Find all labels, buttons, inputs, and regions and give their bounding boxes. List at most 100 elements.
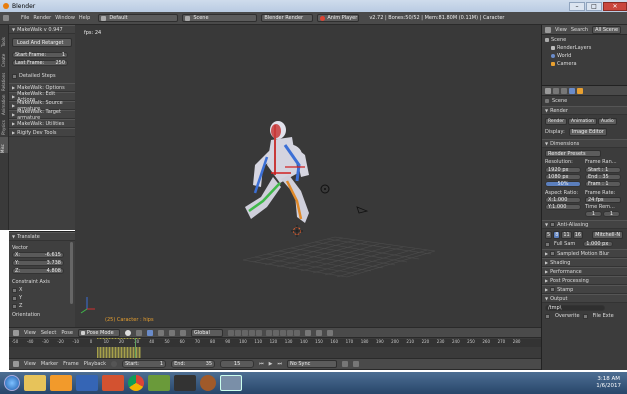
aspect-y-field[interactable]: Y:1.000 xyxy=(545,204,581,210)
explorer-taskbar-icon[interactable] xyxy=(24,375,46,391)
minimize-button[interactable]: – xyxy=(569,1,585,11)
camera-render-tab-icon[interactable] xyxy=(545,87,551,94)
render-engine-selector[interactable]: Blender Render xyxy=(261,14,314,22)
stamp-panel-header[interactable]: ▶ Stamp xyxy=(542,285,627,294)
close-window-button[interactable]: ✕ xyxy=(603,1,627,11)
translate-panel-header[interactable]: ▼ Translate xyxy=(9,232,75,241)
aa-8-button[interactable]: 8 xyxy=(553,231,561,239)
menu-render[interactable]: Render xyxy=(33,15,51,21)
render-presets-selector[interactable]: Render Presets xyxy=(545,150,601,157)
film-taskbar-icon[interactable] xyxy=(174,375,196,391)
pin-icon[interactable] xyxy=(545,99,549,103)
frame-step-field[interactable]: Fram : 1 xyxy=(585,181,621,187)
aspect-x-field[interactable]: X:1.000 xyxy=(545,197,581,203)
tab-tools[interactable]: Tools xyxy=(1,29,6,47)
rotate-icon[interactable] xyxy=(168,329,175,336)
overwrite-checkbox[interactable] xyxy=(545,313,550,319)
mode-selector[interactable]: Pose Mode xyxy=(77,328,120,337)
start-frame-input[interactable]: Start: 1 xyxy=(122,360,167,368)
tab-misc[interactable]: Misc xyxy=(0,137,8,153)
maximize-button[interactable]: □ xyxy=(586,1,602,11)
start-button[interactable] xyxy=(4,375,20,391)
3d-viewport[interactable]: fps: 24 (25) Caracter: hips xyxy=(75,25,541,327)
chrome-taskbar-icon[interactable] xyxy=(128,375,144,391)
render-audio-button[interactable]: Audio xyxy=(597,118,617,125)
menu-file[interactable]: File xyxy=(21,15,29,21)
viewport-menu-select[interactable]: Select xyxy=(41,330,56,336)
outliner-editor-icon[interactable] xyxy=(545,26,551,33)
current-frame-input[interactable]: 15 xyxy=(220,360,255,368)
timeline-ruler[interactable]: -50 -40 -30 -20 -10 0 10 20 30 40 50 60 70 80 90 100 110… xyxy=(9,338,541,358)
vector-x-field[interactable]: X: -6.615 xyxy=(12,252,64,258)
scale-icon[interactable] xyxy=(179,329,186,336)
outliner-menu-search[interactable]: Search xyxy=(571,27,588,33)
vector-y-field[interactable]: Y: 3.738 xyxy=(12,260,64,266)
end-frame-input[interactable]: End: 35 xyxy=(171,360,216,368)
timeline-menu-playback[interactable]: Playback xyxy=(84,361,106,367)
timeline-menu-frame[interactable]: Frame xyxy=(63,361,79,367)
makewalk-panel-header[interactable]: ▼ MakeWalk v 0.947 xyxy=(9,25,75,34)
powerpoint-taskbar-icon[interactable] xyxy=(102,375,124,391)
manipulator-icon[interactable] xyxy=(146,329,153,336)
remap-new-field[interactable]: 1 xyxy=(603,211,620,217)
layout-selector[interactable]: Default xyxy=(98,14,179,22)
fps-selector[interactable]: 24 fps xyxy=(585,197,621,203)
start-frame-field[interactable]: Start Frame: 1 xyxy=(12,52,68,58)
app-taskbar-icon[interactable] xyxy=(148,375,170,391)
output-panel-header[interactable]: ▼ Output xyxy=(542,294,627,303)
sync-selector[interactable]: No Sync xyxy=(286,360,337,368)
jump-end-icon[interactable]: ⏭ xyxy=(277,361,282,367)
timeline-menu-view[interactable]: View xyxy=(24,361,36,367)
panel-target-armature[interactable]: ▶ MakeWalk: Target armature xyxy=(9,109,75,121)
outliner-menu-view[interactable]: View xyxy=(555,27,567,33)
info-editor-icon[interactable] xyxy=(3,15,9,21)
render-layers-tab-icon[interactable] xyxy=(553,87,559,94)
shading-panel-header[interactable]: ▶ Shading xyxy=(542,258,627,267)
file-extensions-checkbox[interactable] xyxy=(582,313,588,319)
outliner-scope[interactable]: All Scene xyxy=(592,25,622,34)
detailed-steps-checkbox[interactable]: Detailed Steps xyxy=(12,73,72,79)
res-percent-field[interactable]: 50% xyxy=(545,181,581,187)
pivot-icon[interactable] xyxy=(135,329,142,336)
jump-start-icon[interactable]: ⏮ xyxy=(259,361,264,367)
menu-window[interactable]: Window xyxy=(55,15,75,21)
tab-relations[interactable]: Relations xyxy=(1,69,6,91)
lock-icon[interactable] xyxy=(304,329,311,336)
viewport-menu-pose[interactable]: Pose xyxy=(61,330,73,336)
timeline-editor-icon[interactable] xyxy=(13,361,19,367)
scene-tab-icon[interactable] xyxy=(561,87,567,94)
layer-buttons[interactable] xyxy=(227,329,300,336)
performance-panel-header[interactable]: ▶ Performance xyxy=(542,267,627,276)
keying-icon[interactable] xyxy=(341,361,348,367)
character-app-taskbar-icon[interactable] xyxy=(200,375,216,391)
dimensions-panel-header[interactable]: ▼ Dimensions xyxy=(542,139,627,148)
camera-view-icon[interactable] xyxy=(326,329,333,336)
panel-rigify-dev[interactable]: ▶ Rigify Dev Tools xyxy=(9,128,75,137)
anti-aliasing-panel-header[interactable]: ▼ Anti-Aliasing xyxy=(542,220,627,229)
tab-create[interactable]: Create xyxy=(1,49,6,67)
key-insert-icon[interactable] xyxy=(352,361,359,367)
aa-16-button[interactable]: 16 xyxy=(572,231,584,239)
aa-size-field[interactable]: 1.000 px xyxy=(583,241,614,247)
render-preview-icon[interactable] xyxy=(315,329,322,336)
post-processing-panel-header[interactable]: ▶ Post Processing xyxy=(542,276,627,285)
aa-5-button[interactable]: 5 xyxy=(545,231,553,239)
outliner-item-world[interactable]: World xyxy=(551,53,618,59)
res-x-field[interactable]: 1920 px xyxy=(545,167,581,173)
record-icon[interactable] xyxy=(111,361,118,367)
object-tab-icon[interactable] xyxy=(577,87,583,94)
res-y-field[interactable]: 1080 px xyxy=(545,174,581,180)
timeline-menu-marker[interactable]: Marker xyxy=(41,361,58,367)
aa-filter-selector[interactable]: Mitchell-N xyxy=(592,231,624,239)
render-panel-header[interactable]: ▼ Render xyxy=(542,106,627,115)
last-frame-field[interactable]: Last Frame: 250 xyxy=(12,60,68,66)
render-button[interactable]: Render xyxy=(545,118,568,125)
output-path-field[interactable]: /tmp\ xyxy=(545,305,605,311)
outliner-item-renderlayers[interactable]: RenderLayers xyxy=(551,45,618,51)
world-tab-icon[interactable] xyxy=(569,87,575,94)
constraint-y-checkbox[interactable]: Y xyxy=(12,295,72,301)
operator-scrollbar[interactable] xyxy=(70,242,73,304)
tab-animation[interactable]: Animation xyxy=(1,93,6,115)
translate-icon[interactable] xyxy=(157,329,164,336)
render-animation-button[interactable]: Animation xyxy=(568,118,597,125)
